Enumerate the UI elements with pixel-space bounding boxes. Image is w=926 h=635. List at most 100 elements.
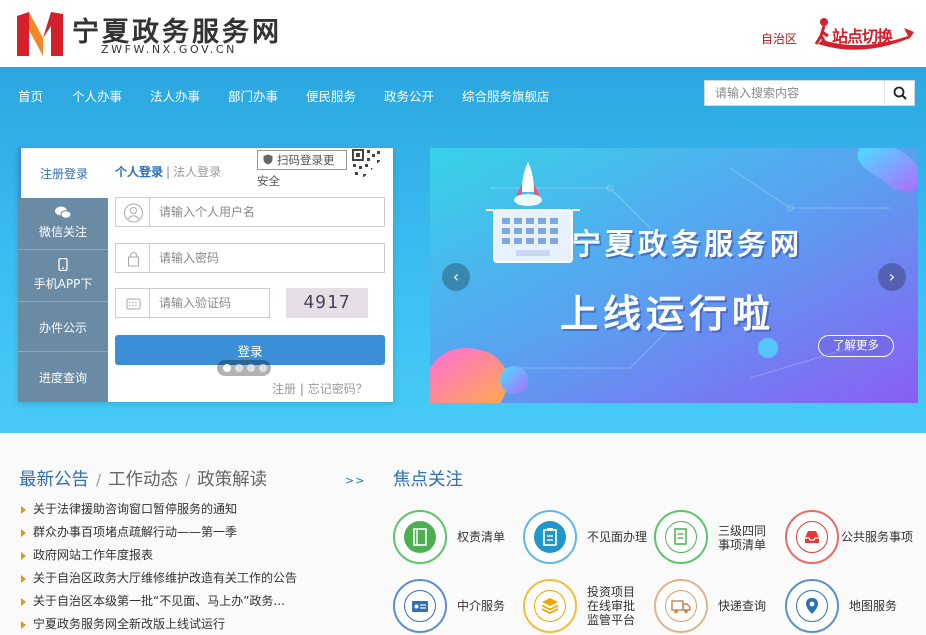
password-field-icon-box — [115, 243, 150, 273]
main-nav: 首页 个人办事 法人办事 部门办事 便民服务 政务公开 综合服务旗舰店 — [0, 67, 700, 122]
shield-icon — [263, 154, 273, 165]
notice-item[interactable]: 关于自治区本级第一批“不见面、马上办”政务... — [19, 592, 297, 615]
tab-personal-login[interactable]: 个人登录 — [115, 165, 163, 179]
hero-section: 首页 个人办事 法人办事 部门办事 便民服务 政务公开 综合服务旗舰店 注册登录… — [0, 67, 926, 433]
content-section: 最新公告 / 工作动态 / 政策解读 >> 关于法律援助咨询窗口暂停服务的通知 群众办事… — [0, 433, 926, 635]
search-button[interactable] — [884, 81, 914, 105]
tab-work-updates[interactable]: 工作动态 — [108, 470, 178, 490]
sidebar-item-label: 进度查询 — [38, 371, 87, 385]
nav-item-personal[interactable]: 个人办事 — [72, 86, 122, 105]
service-label: 地图服务 — [849, 599, 898, 613]
notice-item[interactable]: 群众办事百项堵点疏解行动——第一季 — [19, 523, 297, 546]
id-card-icon — [404, 590, 436, 622]
service-label: 公共服务事项 — [841, 530, 914, 544]
service-icon-ring — [785, 510, 839, 564]
tab-register-login-label: 注册登录 — [40, 167, 89, 181]
tab-latest-notices[interactable]: 最新公告 — [19, 470, 89, 490]
banner-next-button[interactable]: › — [878, 263, 906, 291]
clipboard-icon — [534, 521, 566, 553]
mobile-phone-icon — [58, 258, 68, 271]
sidebar-item-publicity[interactable]: 办件公示 — [18, 302, 108, 352]
password-input[interactable] — [150, 243, 385, 273]
tab-register-login[interactable]: 注册登录 — [18, 148, 108, 198]
captcha-input[interactable] — [150, 288, 270, 318]
region-label[interactable]: 自治区 — [761, 30, 797, 47]
qr-code-toggle[interactable] — [349, 148, 393, 192]
banner-title: 宁夏政务服务网 — [572, 227, 804, 261]
captcha-field-icon-box — [115, 288, 150, 318]
service-express-query[interactable]: 快递查询 — [654, 579, 784, 635]
keypad-icon — [126, 298, 141, 310]
banner-prev-button[interactable]: ‹ — [442, 263, 470, 291]
map-pin-icon — [796, 590, 828, 622]
service-three-level-list[interactable]: 三级四同 事项清单 — [654, 510, 784, 568]
service-label: 不见面办理 — [587, 530, 648, 544]
tab-separator: / — [185, 471, 191, 489]
service-public-items[interactable]: 公共服务事项 — [785, 510, 915, 568]
service-map[interactable]: 地图服务 — [785, 579, 915, 635]
service-icon-ring — [393, 579, 447, 633]
tab-separator: / — [96, 471, 102, 489]
sidebar-item-label: 手机APP下 — [33, 277, 93, 291]
service-power-list[interactable]: 权责清单 — [393, 510, 523, 568]
notice-list: 关于法律援助咨询窗口暂停服务的通知 群众办事百项堵点疏解行动——第一季 政府网站… — [19, 500, 297, 635]
search-box — [704, 80, 915, 106]
document-icon — [665, 521, 697, 553]
nav-item-corporate[interactable]: 法人办事 — [150, 86, 200, 105]
qr-login-tip-text: 扫码登录更 — [277, 153, 335, 167]
captcha-image[interactable]: 4917 — [286, 288, 368, 318]
notice-item[interactable]: 关于法律援助咨询窗口暂停服务的通知 — [19, 500, 297, 523]
register-link[interactable]: 注册 — [272, 382, 296, 396]
sidebar-item-wechat[interactable]: 微信关注 — [18, 198, 108, 250]
tab-policy-interpretation[interactable]: 政策解读 — [197, 470, 267, 490]
username-input[interactable] — [150, 197, 385, 227]
nav-item-convenience[interactable]: 便民服务 — [306, 86, 356, 105]
service-icon-ring — [654, 579, 708, 633]
notice-item[interactable]: 关于自治区政务大厅维修维护改造有关工作的公告 — [19, 569, 297, 592]
banner-subtitle: 上线运行啦 — [560, 292, 776, 336]
notice-item[interactable]: 宁夏政务服务网全新改版上线试运行 — [19, 615, 297, 635]
service-contactless[interactable]: 不见面办理 — [523, 510, 653, 568]
site-switch-button[interactable]: 站点切换 — [812, 14, 916, 56]
search-input[interactable] — [705, 81, 885, 105]
service-label: 中介服务 — [457, 599, 506, 613]
carousel-dot[interactable] — [235, 364, 243, 372]
wechat-icon — [55, 206, 71, 219]
notice-item[interactable]: 政府网站工作年度报表 — [19, 546, 297, 569]
service-intermediary[interactable]: 中介服务 — [393, 579, 523, 635]
login-links: 注册 | 忘记密码？ — [272, 380, 368, 397]
tab-corporate-login[interactable]: 法人登录 — [173, 165, 221, 179]
notice-tabs: 最新公告 / 工作动态 / 政策解读 — [19, 466, 267, 491]
login-sidebar: 微信关注 手机APP下 办件公示 进度查询 — [18, 198, 108, 402]
learn-more-button[interactable]: 了解更多 — [818, 335, 894, 357]
qr-login-tip-text-2: 安全 — [257, 174, 280, 188]
nav-item-public-affairs[interactable]: 政务公开 — [384, 86, 434, 105]
qr-login-tip: 扫码登录更 — [257, 150, 347, 170]
link-separator: | — [299, 382, 304, 396]
user-icon — [124, 203, 143, 223]
service-icon-ring — [654, 510, 708, 564]
service-investment-platform[interactable]: 投资项目 在线审批 监管平台 — [523, 579, 653, 635]
search-icon — [893, 86, 907, 100]
nav-item-home[interactable]: 首页 — [18, 86, 43, 105]
layers-icon — [534, 590, 566, 622]
lock-icon — [128, 252, 139, 267]
carousel-dot[interactable] — [259, 364, 267, 372]
sidebar-item-app[interactable]: 手机APP下 — [18, 250, 108, 302]
banner-carousel[interactable]: 宁夏政务服务网 上线运行啦 了解更多 ‹ › — [430, 148, 918, 403]
sidebar-item-progress[interactable]: 进度查询 — [18, 352, 108, 402]
carousel-dot[interactable] — [223, 364, 231, 372]
user-field-icon-box — [115, 197, 150, 227]
sidebar-item-label: 微信关注 — [38, 225, 87, 239]
forgot-password-link[interactable]: 忘记密码？ — [308, 382, 368, 396]
tab-separator: | — [166, 165, 171, 179]
notice-more-link[interactable]: >> — [345, 474, 365, 487]
carousel-dot[interactable] — [247, 364, 255, 372]
service-icon-ring — [523, 579, 577, 633]
inbox-icon — [796, 521, 828, 553]
qr-code-icon — [349, 148, 393, 192]
sidebar-item-label: 办件公示 — [38, 321, 87, 335]
nav-item-department[interactable]: 部门办事 — [228, 86, 278, 105]
nav-item-flagship[interactable]: 综合服务旗舰店 — [462, 86, 550, 105]
site-logo-icon[interactable] — [17, 12, 63, 56]
